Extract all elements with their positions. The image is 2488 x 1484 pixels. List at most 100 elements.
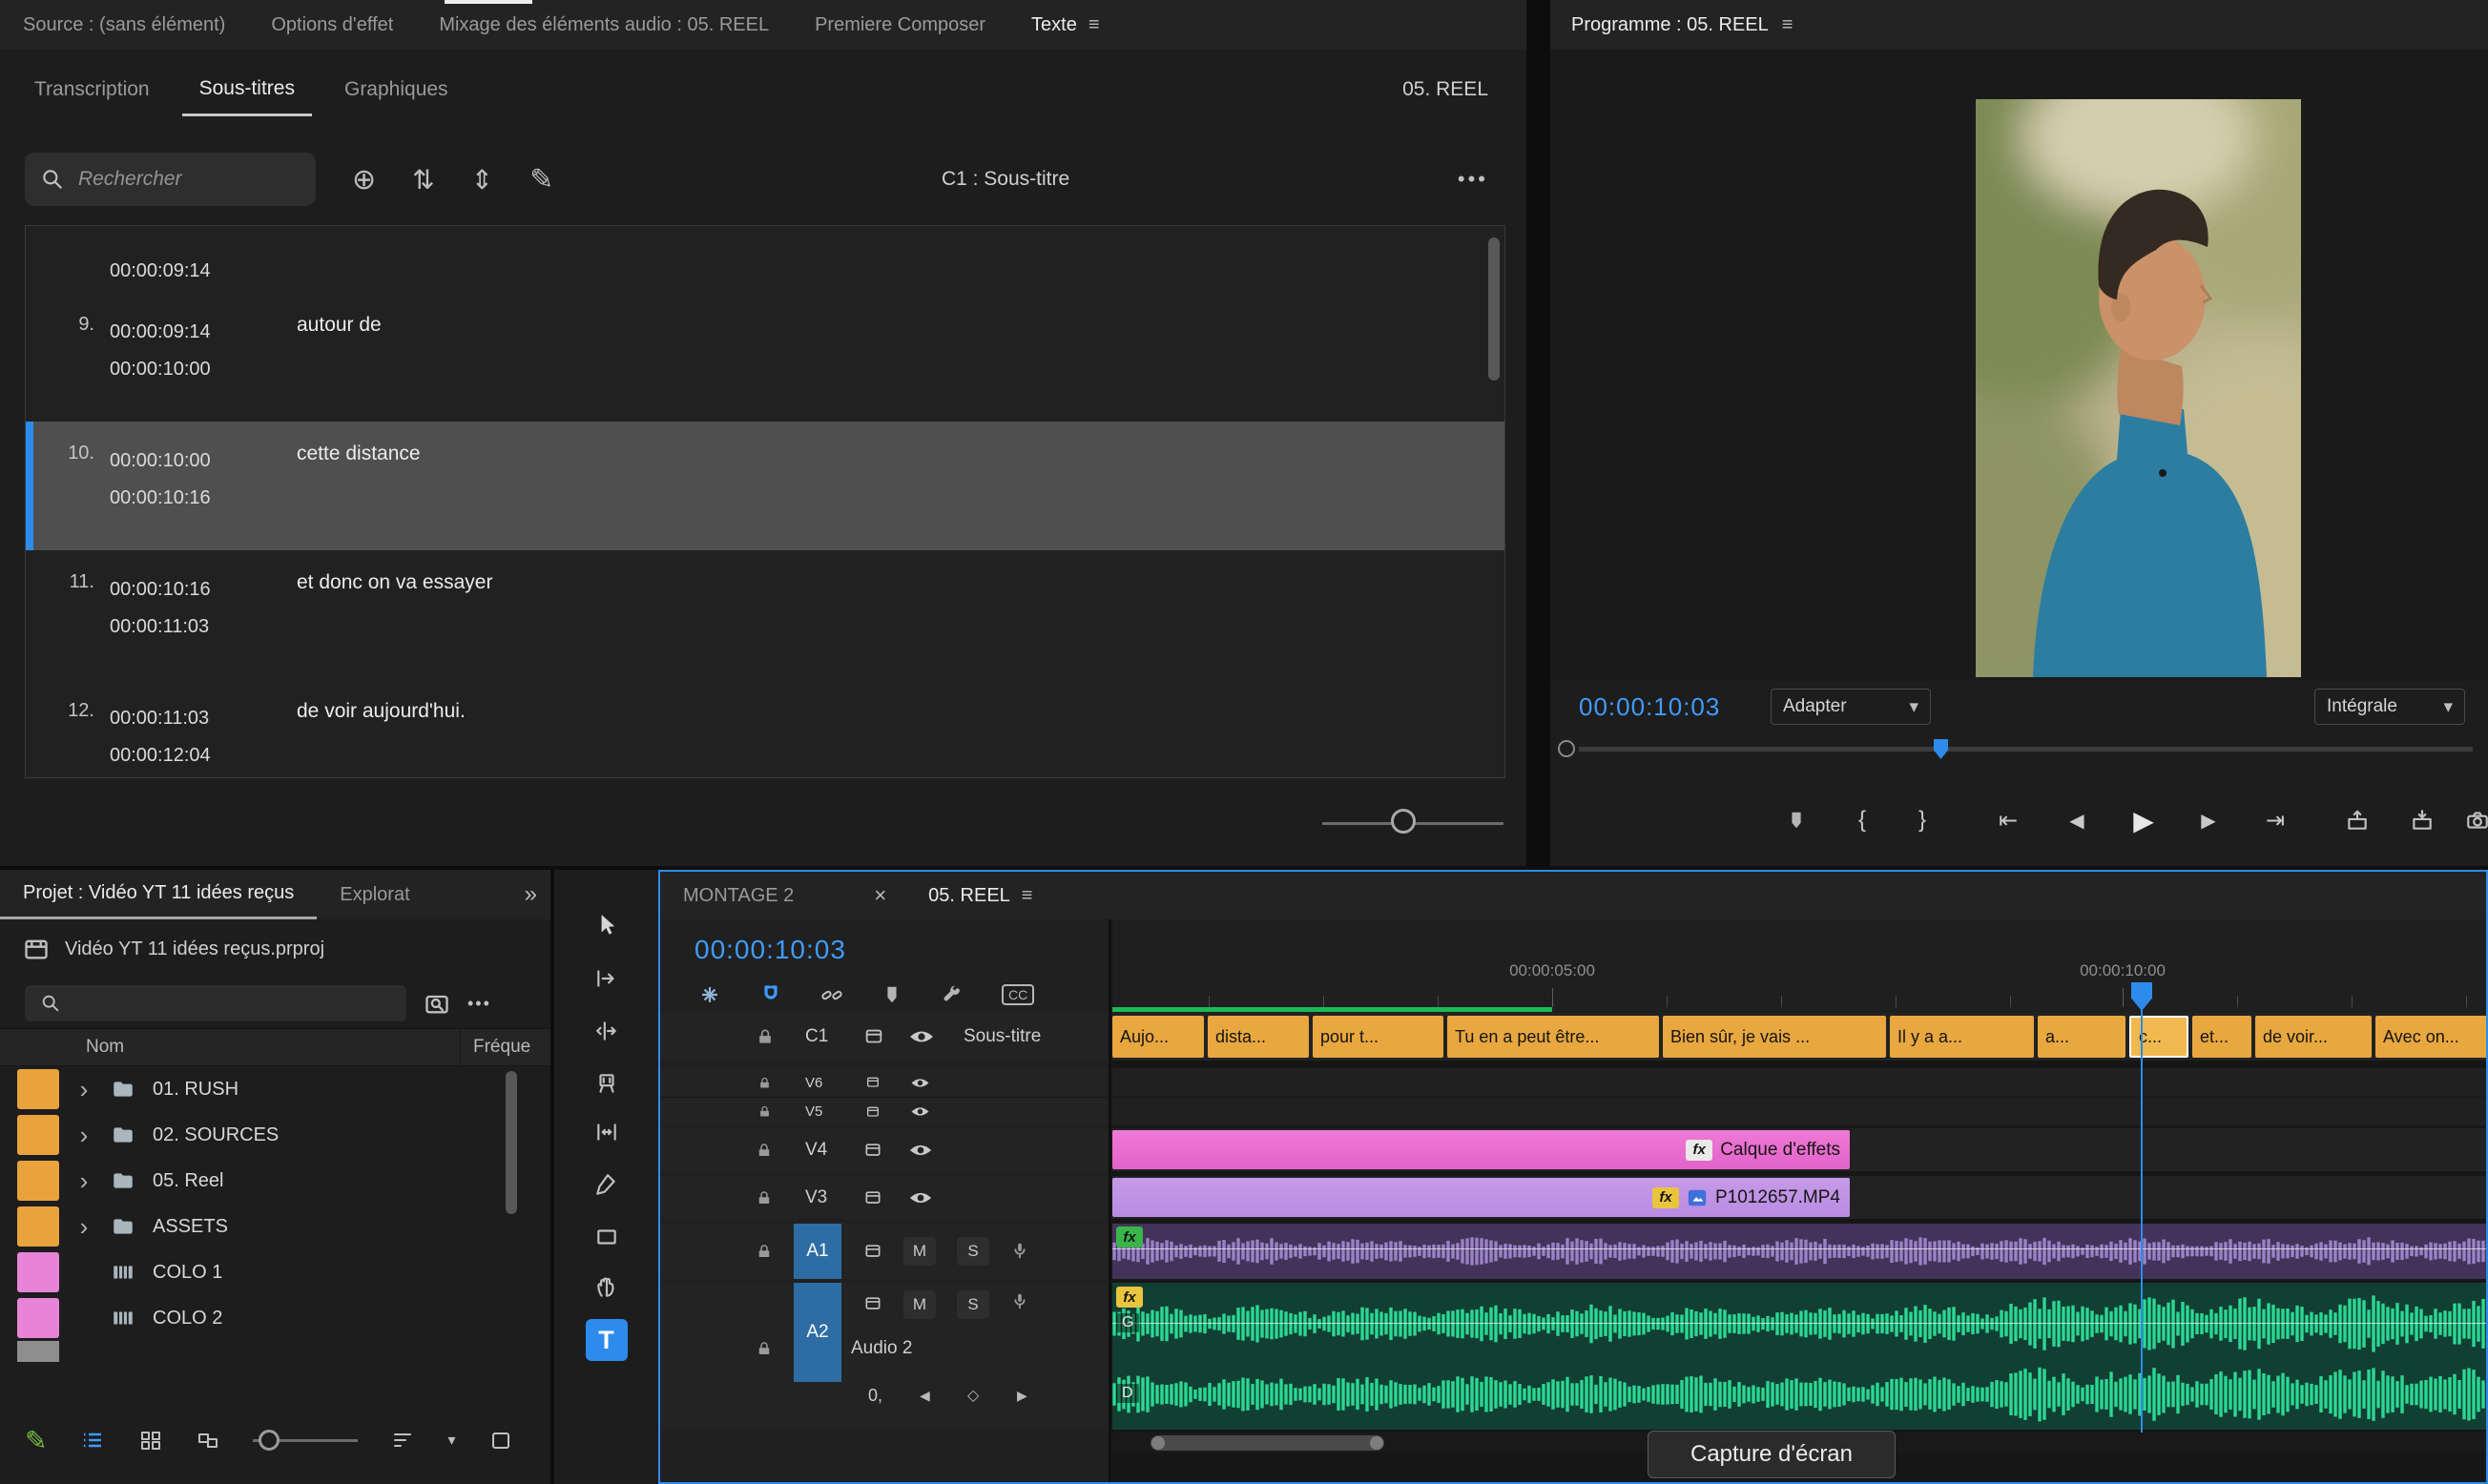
caption-clip[interactable]: pour t... [1313, 1016, 1443, 1058]
caption-clip[interactable]: Bien sûr, je vais ... [1663, 1016, 1886, 1058]
type-tool[interactable]: T [586, 1319, 628, 1361]
project-bin-row[interactable]: › 02. SOURCES [0, 1112, 550, 1158]
close-icon[interactable]: × [874, 883, 886, 908]
mute-button[interactable]: M [903, 1290, 936, 1319]
lock-icon[interactable] [756, 1189, 773, 1206]
project-file-row[interactable]: Vidéo YT 11 idées reçus.prproj [0, 919, 550, 979]
add-caption-icon[interactable]: ⊕ [352, 163, 376, 196]
caption-clip[interactable]: Avec on... [2375, 1016, 2486, 1058]
tab-05-reel[interactable]: 05. REEL ≡ [905, 885, 1055, 907]
step-back-button[interactable]: ◀ [2060, 801, 2094, 839]
track-id[interactable]: C1 [805, 1026, 828, 1047]
track-select-tool[interactable] [586, 958, 628, 1000]
eye-icon[interactable] [910, 1076, 930, 1090]
column-divider[interactable] [460, 1029, 461, 1065]
track-header-v5[interactable]: V5 [660, 1097, 1109, 1125]
lane-v3[interactable]: fx P1012657.MP4 [1112, 1176, 2486, 1219]
timeline-timecode[interactable]: 00:00:10:03 [695, 935, 846, 965]
track-header-a1[interactable]: A1 M S [660, 1224, 1109, 1279]
scrubber-handle-icon[interactable] [1558, 740, 1575, 757]
new-bin-icon[interactable] [488, 1429, 513, 1452]
captions-list[interactable]: 00:00:09:14 9. 00:00:09:14 00:00:10:00 a… [25, 225, 1505, 778]
track-output-icon[interactable] [862, 1026, 885, 1047]
tab-programme[interactable]: Programme : 05. REEL [1571, 14, 1769, 36]
volume-rubber-band[interactable] [1112, 1248, 2486, 1249]
column-frequence[interactable]: Fréque [473, 1037, 530, 1058]
project-bin-row[interactable]: › 05. Reel [0, 1158, 550, 1204]
pen-tool[interactable] [586, 1164, 628, 1206]
bin-name[interactable]: 01. RUSH [153, 1079, 238, 1101]
tab-audio-mixer[interactable]: Mixage des éléments audio : 05. REEL [416, 14, 792, 36]
panel-menu-icon[interactable]: ≡ [1022, 885, 1033, 907]
tab-premiere-composer[interactable]: Premiere Composer [792, 14, 1008, 36]
panel-menu-icon[interactable]: ≡ [1782, 14, 1793, 36]
track-header-v4[interactable]: V4 [660, 1128, 1109, 1171]
solo-button[interactable]: S [957, 1290, 989, 1319]
lane-a2[interactable]: fx G D [1112, 1283, 2486, 1430]
search-bin-icon[interactable] [424, 990, 450, 1017]
chevron-right-icon[interactable]: › [59, 1166, 109, 1196]
playback-resolution-select[interactable]: Intégrale▾ [2314, 689, 2465, 725]
snap-magnet-icon[interactable] [759, 983, 782, 1006]
project-more-icon[interactable]: ••• [467, 994, 505, 1014]
video-clip-v3[interactable]: fx P1012657.MP4 [1112, 1178, 1850, 1217]
freeform-view-icon[interactable] [196, 1429, 220, 1452]
mark-out-button[interactable]: } [1908, 801, 1937, 839]
merge-captions-icon[interactable]: ⇅ [412, 164, 434, 196]
caption-row[interactable]: 9. 00:00:09:14 00:00:10:00 autour de [26, 293, 1504, 422]
caption-text[interactable]: et donc on va essayer [297, 571, 1495, 679]
caption-row-selected[interactable]: 10. 00:00:10:00 00:00:10:16 cette distan… [26, 422, 1504, 550]
tab-texte[interactable]: Texte ≡ [1008, 14, 1122, 36]
chevron-right-icon[interactable]: › [59, 1121, 109, 1150]
panel-menu-icon[interactable]: ≡ [1088, 14, 1100, 36]
caption-clip[interactable]: de voir... [2255, 1016, 2372, 1058]
zoom-knob[interactable] [259, 1430, 280, 1451]
program-playhead[interactable] [1934, 739, 1948, 759]
label-color-chip[interactable] [17, 1252, 59, 1292]
lock-icon[interactable] [756, 1340, 773, 1357]
edit-pencil-icon[interactable]: ✎ [25, 1425, 47, 1456]
caption-clip[interactable]: Tu en a peut être... [1447, 1016, 1659, 1058]
lock-icon[interactable] [756, 1027, 775, 1046]
caption-text[interactable]: cette distance [297, 443, 1495, 550]
caption-clip[interactable]: Il y a a... [1890, 1016, 2034, 1058]
bin-name[interactable]: ASSETS [153, 1216, 228, 1238]
captions-search[interactable] [25, 153, 316, 206]
thumbnail-zoom-slider[interactable] [253, 1439, 358, 1442]
project-bin-row[interactable]: › ASSETS [0, 1204, 550, 1249]
lane-v5[interactable] [1112, 1097, 2486, 1125]
nest-insert-icon[interactable] [698, 983, 721, 1006]
ripple-edit-tool[interactable] [586, 1010, 628, 1052]
track-header-c1[interactable]: C1 Sous-titre [660, 1013, 1109, 1061]
source-patch-a1[interactable]: A1 [794, 1224, 841, 1279]
caption-row[interactable]: 12. 00:00:11:03 00:00:12:04 de voir aujo… [26, 679, 1504, 778]
track-id[interactable]: V6 [805, 1075, 822, 1091]
add-keyframe-icon[interactable]: ◇ [967, 1386, 979, 1405]
mic-icon[interactable] [1009, 1290, 1030, 1313]
more-options-icon[interactable]: ••• [1458, 167, 1502, 192]
audio-clip-a1[interactable]: fx [1112, 1224, 2486, 1279]
track-output-icon[interactable] [862, 1242, 883, 1261]
lock-icon[interactable] [757, 1104, 772, 1119]
slip-tool[interactable] [586, 1111, 628, 1153]
label-color-chip[interactable] [17, 1206, 59, 1247]
caption-zoom-knob[interactable] [1391, 809, 1416, 834]
tab-transcription[interactable]: Transcription [17, 65, 167, 114]
track-header-v3[interactable]: V3 [660, 1176, 1109, 1219]
caption-clip[interactable]: dista... [1208, 1016, 1309, 1058]
edit-pencil-icon[interactable]: ✎ [529, 163, 553, 196]
track-output-icon[interactable] [864, 1104, 881, 1120]
tab-source[interactable]: Source : (sans élément) [0, 14, 248, 36]
eye-icon[interactable] [908, 1142, 933, 1159]
linked-selection-icon[interactable] [820, 983, 843, 1006]
next-keyframe-icon[interactable]: ▶ [1017, 1388, 1027, 1404]
split-captions-icon[interactable]: ⇕ [471, 164, 493, 196]
track-id[interactable]: V3 [805, 1187, 827, 1208]
eye-icon[interactable] [908, 1189, 933, 1206]
wrench-icon[interactable] [941, 983, 964, 1006]
chevron-right-icon[interactable]: › [59, 1212, 109, 1242]
label-color-chip[interactable] [17, 1161, 59, 1201]
project-bin-row[interactable]: › 01. RUSH [0, 1066, 550, 1112]
lane-v6[interactable] [1112, 1068, 2486, 1097]
tab-graphiques[interactable]: Graphiques [327, 65, 466, 114]
